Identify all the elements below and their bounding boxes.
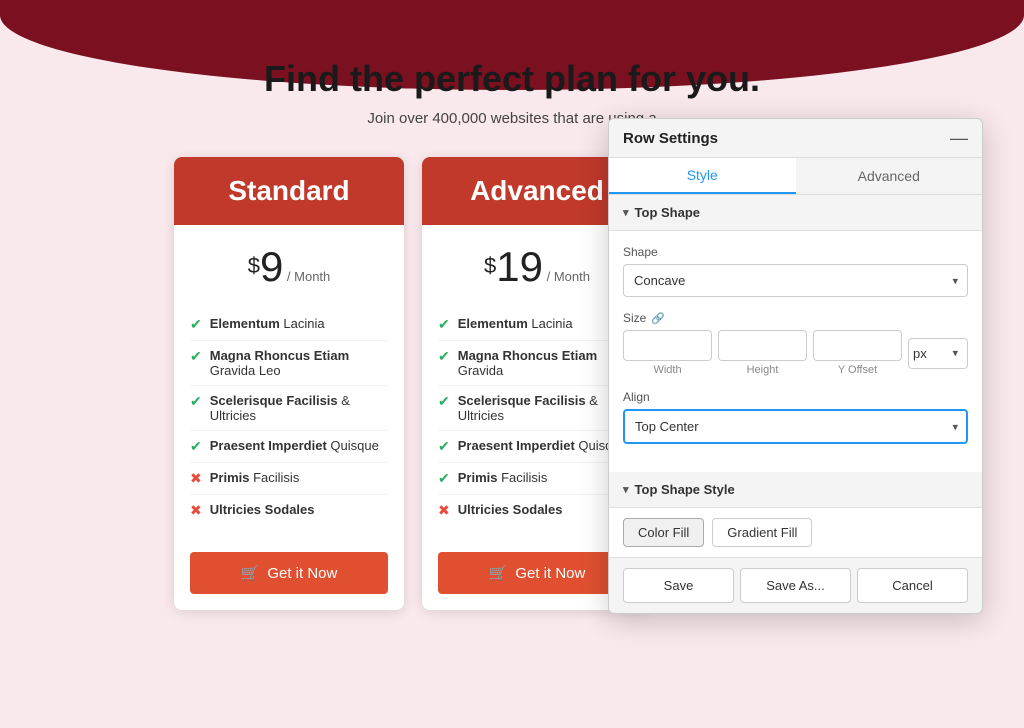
save-as-button[interactable]: Save As... <box>740 568 851 603</box>
height-label: Height <box>747 364 779 376</box>
panel-header: Row Settings — <box>609 119 982 158</box>
feature-item: ✔ Scelerisque Facilisis & Ultricies <box>190 386 388 431</box>
unit-select-wrapper: px % em ▾ <box>908 338 968 369</box>
check-icon: ✔ <box>438 470 450 487</box>
row-settings-panel: Row Settings — Style Advanced ▾ Top Shap… <box>608 118 983 614</box>
height-input-group: Height <box>718 330 807 376</box>
top-shape-section-header[interactable]: ▾ Top Shape <box>609 195 982 231</box>
feature-item: ✔ Elementum Lacinia <box>190 309 388 341</box>
cart-icon: 🛒 <box>241 564 260 582</box>
align-select[interactable]: Top Center Top Left Top Right Bottom Cen… <box>623 409 968 444</box>
check-icon: ✔ <box>190 348 202 365</box>
feature-item: ✖ Ultricies Sodales <box>438 495 636 526</box>
color-fill-button[interactable]: Color Fill <box>623 518 704 547</box>
size-inputs: Width Height Y Offset px <box>623 330 968 376</box>
align-row: Align Top Center Top Left Top Right Bott… <box>623 390 968 444</box>
width-input-group: Width <box>623 330 712 376</box>
shape-row: Shape Concave Convex Triangle Wave None … <box>623 245 968 297</box>
size-row: Size 🔗 Width Height <box>623 311 968 376</box>
get-button-standard[interactable]: 🛒 Get it Now <box>190 552 388 594</box>
get-button-advanced[interactable]: 🛒 Get it Now <box>438 552 636 594</box>
shape-select-wrapper: Concave Convex Triangle Wave None ▾ <box>623 264 968 297</box>
shape-select[interactable]: Concave Convex Triangle Wave None <box>623 264 968 297</box>
cart-icon: 🛒 <box>489 564 508 582</box>
unit-select[interactable]: px % em <box>908 338 968 369</box>
size-label: Size 🔗 <box>623 311 968 325</box>
top-shape-style-section-header[interactable]: ▾ Top Shape Style <box>609 472 982 508</box>
align-select-wrapper: Top Center Top Left Top Right Bottom Cen… <box>623 409 968 444</box>
feature-item: ✔ Scelerisque Facilisis & Ultricies <box>438 386 636 431</box>
card-header-standard: Standard <box>174 157 404 225</box>
check-icon: ✔ <box>438 438 450 455</box>
save-button[interactable]: Save <box>623 568 734 603</box>
check-icon: ✔ <box>190 438 202 455</box>
cancel-button[interactable]: Cancel <box>857 568 968 603</box>
tab-advanced[interactable]: Advanced <box>796 158 983 194</box>
tab-style[interactable]: Style <box>609 158 796 194</box>
feature-item: ✖ Primis Facilisis <box>190 463 388 495</box>
cross-icon: ✖ <box>190 502 202 519</box>
width-input[interactable] <box>623 330 712 361</box>
card-footer-standard: 🛒 Get it Now <box>174 542 404 610</box>
y-offset-input-group: Y Offset <box>813 330 902 376</box>
panel-minimize-button[interactable]: — <box>950 129 968 147</box>
feature-item: ✔ Praesent Imperdiet Quisque <box>190 431 388 463</box>
check-icon: ✔ <box>438 348 450 365</box>
shape-label: Shape <box>623 245 968 259</box>
feature-item: ✔ Primis Facilisis <box>438 463 636 495</box>
feature-item: ✔ Elementum Lacinia <box>438 309 636 341</box>
panel-footer: Save Save As... Cancel <box>609 557 982 613</box>
gradient-fill-button[interactable]: Gradient Fill <box>712 518 812 547</box>
align-label: Align <box>623 390 968 404</box>
chevron-down-icon: ▾ <box>623 206 629 219</box>
feature-item: ✖ Ultricies Sodales <box>190 495 388 526</box>
price-period-standard: / Month <box>283 269 330 284</box>
panel-scroll[interactable]: ▾ Top Shape Shape Concave Convex Triangl… <box>609 195 982 557</box>
width-label: Width <box>653 364 681 376</box>
price-period-advanced: / Month <box>543 269 590 284</box>
check-icon: ✔ <box>190 316 202 333</box>
check-icon: ✔ <box>438 316 450 333</box>
card-features-standard: ✔ Elementum Lacinia ✔ Magna Rhoncus Etia… <box>174 299 404 542</box>
chevron-down-icon: ▾ <box>623 483 629 496</box>
check-icon: ✔ <box>438 393 450 410</box>
fill-buttons: Color Fill Gradient Fill <box>609 508 982 557</box>
top-shape-form: Shape Concave Convex Triangle Wave None … <box>609 231 982 472</box>
feature-item: ✔ Magna Rhoncus Etiam Gravida <box>438 341 636 386</box>
height-input[interactable] <box>718 330 807 361</box>
top-shape-style-label: Top Shape Style <box>635 482 735 497</box>
feature-item: ✔ Magna Rhoncus Etiam Gravida Leo <box>190 341 388 386</box>
check-icon: ✔ <box>190 393 202 410</box>
card-price-standard: $9 / Month <box>174 225 404 299</box>
feature-item: ✔ Praesent Imperdiet Quisque <box>438 431 636 463</box>
top-shape-section-label: Top Shape <box>635 205 700 220</box>
pricing-card-standard: Standard $9 / Month ✔ Elementum Lacinia … <box>174 157 404 610</box>
page-title: Find the perfect plan for you. <box>264 58 760 100</box>
panel-title: Row Settings <box>623 130 718 147</box>
link-icon: 🔗 <box>651 312 665 325</box>
panel-tabs: Style Advanced <box>609 158 982 195</box>
panel-body: ▾ Top Shape Shape Concave Convex Triangl… <box>609 195 982 557</box>
cross-icon: ✖ <box>438 502 450 519</box>
y-offset-input[interactable] <box>813 330 902 361</box>
cross-icon: ✖ <box>190 470 202 487</box>
card-title-standard: Standard <box>186 175 392 207</box>
y-offset-label: Y Offset <box>838 364 877 376</box>
